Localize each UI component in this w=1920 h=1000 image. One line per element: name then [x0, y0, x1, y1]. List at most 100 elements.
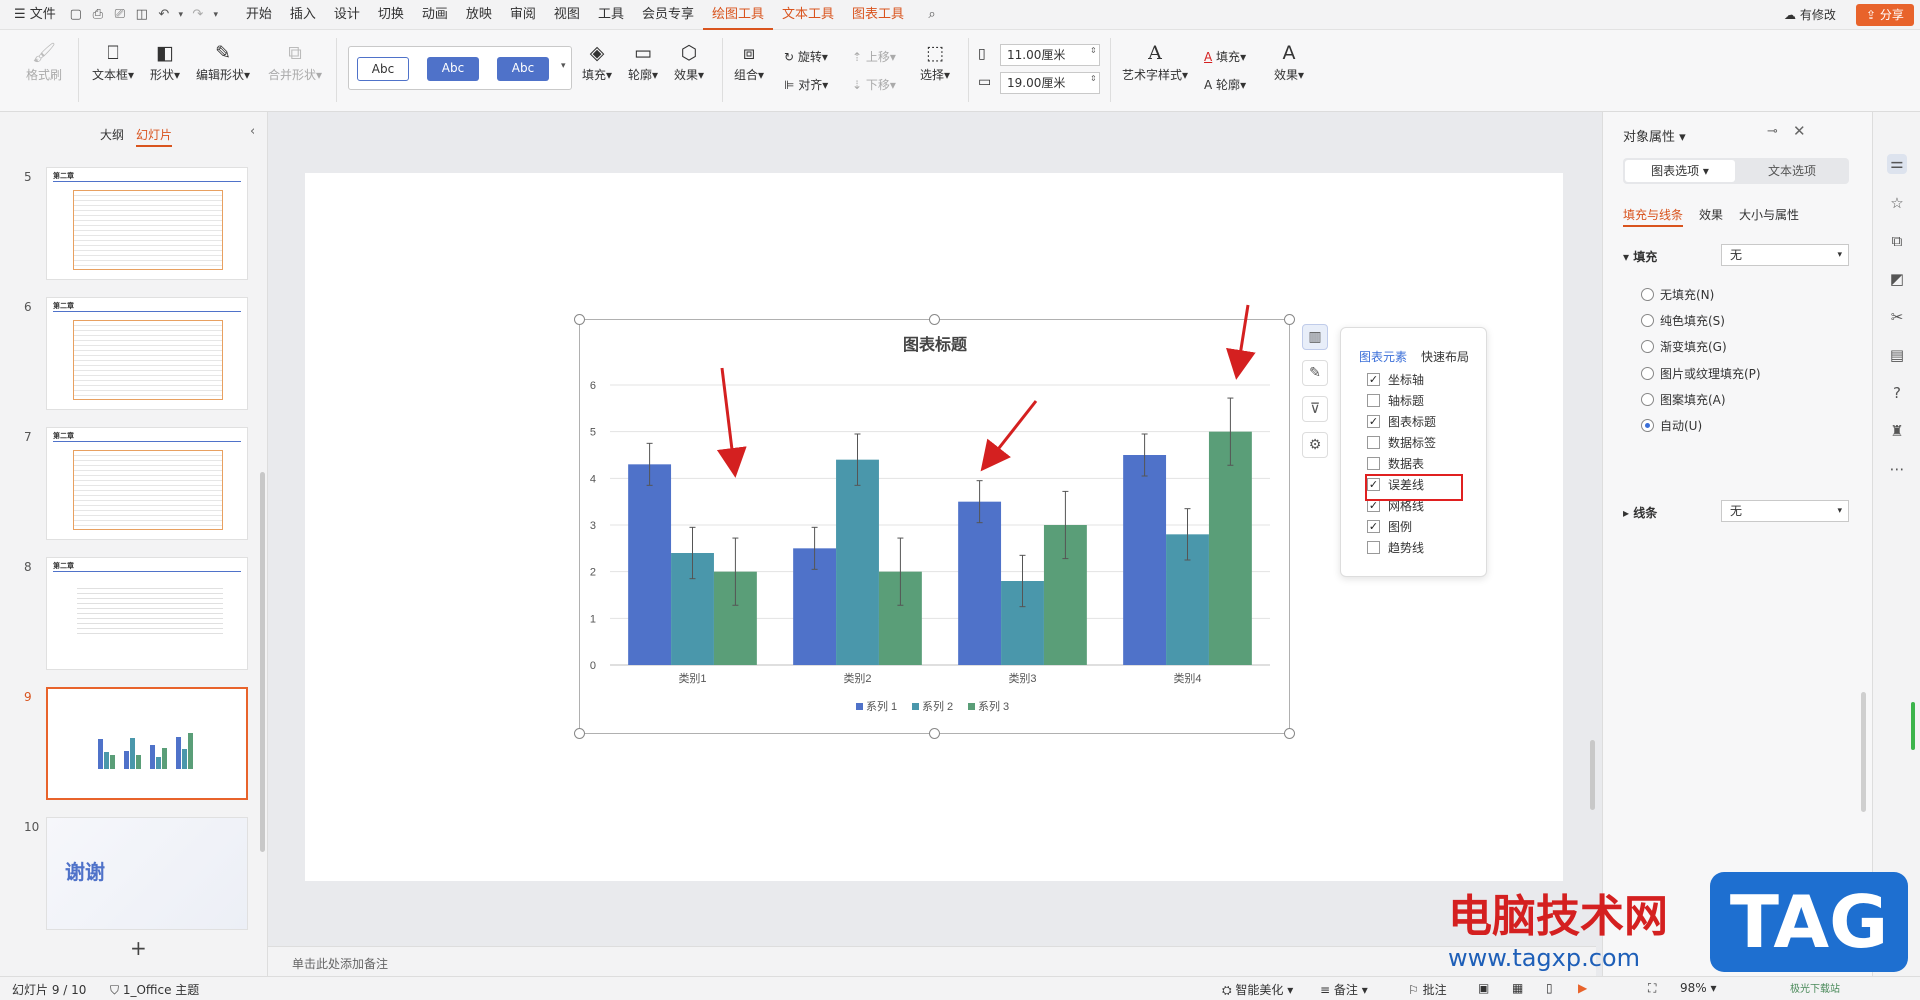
line-section-toggle[interactable]: ▸ 线条	[1623, 504, 1657, 521]
gallery-more-icon[interactable]: ▾	[561, 61, 566, 71]
tab-design[interactable]: 设计	[325, 0, 369, 30]
pin-icon[interactable]: ⊸	[1767, 124, 1778, 139]
zoom-level[interactable]: 98% ▾	[1680, 981, 1717, 995]
undo-icon[interactable]: ↶	[153, 0, 175, 30]
send-down-button[interactable]: ⇣ 下移▾	[852, 76, 896, 93]
tab-chart-tools[interactable]: 图表工具	[843, 0, 913, 30]
tab-outline[interactable]: 大纲	[100, 126, 124, 143]
pane-scrollbar[interactable]	[1861, 692, 1866, 812]
width-input[interactable]: 19.00厘米	[1000, 72, 1100, 94]
tab-text-options[interactable]: 文本选项	[1737, 160, 1847, 182]
radio-circle[interactable]	[1641, 314, 1654, 328]
merge-shape-button[interactable]: ⧉ 合并形状▾	[268, 40, 322, 83]
preview-icon[interactable]: ◫	[131, 0, 153, 30]
height-input[interactable]: 11.00厘米	[1000, 44, 1100, 66]
group-button[interactable]: ⧈ 组合▾	[734, 40, 764, 83]
fill-dropdown[interactable]: 无 ▾	[1721, 244, 1849, 266]
radio-circle[interactable]	[1641, 419, 1654, 432]
tab-drawing-tools[interactable]: 绘图工具	[702, 0, 773, 30]
tab-insert[interactable]: 插入	[281, 0, 325, 30]
height-stepper-icon[interactable]: ⇕	[1090, 46, 1097, 55]
rotate-button[interactable]: ↻ 旋转▾	[784, 48, 828, 65]
file-menu[interactable]: ☰ 文件	[0, 0, 65, 30]
play-icon[interactable]: ▶	[1578, 981, 1587, 995]
close-icon[interactable]: ✕	[1793, 122, 1806, 140]
notes-area[interactable]: 单击此处添加备注	[268, 946, 1596, 976]
fill-section-toggle[interactable]: ▾ 填充	[1623, 248, 1657, 265]
subtab-fill-line[interactable]: 填充与线条	[1623, 206, 1684, 227]
slide-thumb-5[interactable]: 第二章	[46, 167, 248, 280]
subtab-size[interactable]: 大小与属性	[1739, 206, 1799, 223]
checkbox[interactable]	[1367, 540, 1380, 554]
fill-option-radio[interactable]: 渐变填充(G)	[1641, 338, 1727, 355]
chart-element-option[interactable]: ✓ 图例	[1367, 517, 1412, 535]
chart-element-option[interactable]: 数据标签	[1367, 433, 1436, 451]
canvas-scrollbar[interactable]	[1590, 740, 1595, 810]
chart-elements-button[interactable]: ▥	[1302, 324, 1328, 350]
fit-icon[interactable]: ⛶	[1648, 981, 1656, 996]
add-slide-button[interactable]: +	[130, 936, 147, 960]
checkbox[interactable]	[1367, 393, 1380, 407]
chart-settings-button[interactable]: ⚙	[1302, 432, 1328, 458]
notes-button[interactable]: ≡ 备注 ▾	[1320, 981, 1368, 998]
tab-member[interactable]: 会员专享	[633, 0, 703, 30]
tab-chart-elements[interactable]: 图表元素	[1359, 348, 1407, 365]
chart-element-option[interactable]: 数据表	[1367, 454, 1424, 472]
tab-chart-options[interactable]: 图表选项 ▾	[1625, 160, 1735, 182]
radio-circle[interactable]	[1641, 392, 1654, 406]
grid-view-icon[interactable]: ▦	[1512, 981, 1523, 995]
chart-element-option[interactable]: 轴标题	[1367, 391, 1424, 409]
checkbox[interactable]: ✓	[1367, 519, 1380, 533]
fill-option-radio[interactable]: 图片或纹理填充(P)	[1641, 365, 1761, 382]
width-stepper-icon[interactable]: ⇕	[1090, 74, 1097, 83]
effect-button[interactable]: ⬡ 效果▾	[674, 40, 704, 83]
slide-thumb-9[interactable]	[46, 687, 248, 800]
style-sample-2[interactable]: Abc	[427, 57, 479, 81]
slide-thumb-7[interactable]: 第二章	[46, 427, 248, 540]
textbox-button[interactable]: ⎕ 文本框▾	[92, 40, 134, 83]
slide-thumb-6[interactable]: 第二章	[46, 297, 248, 410]
quick-dropdown-icon[interactable]: ▾	[209, 0, 223, 30]
beautify-button[interactable]: ⛭ 智能美化 ▾	[1222, 981, 1293, 998]
legend[interactable]: 系列 1 系列 2 系列 3	[856, 699, 1009, 713]
tab-transition[interactable]: 切换	[369, 0, 413, 30]
properties-icon[interactable]: ⚌	[1887, 154, 1907, 174]
normal-view-icon[interactable]: ▣	[1478, 981, 1489, 995]
line-dropdown[interactable]: 无 ▾	[1721, 500, 1849, 522]
tab-quick-layout[interactable]: 快速布局	[1421, 348, 1469, 365]
more-icon[interactable]: ⋯	[1887, 460, 1907, 480]
slide-thumb-8[interactable]: 第二章	[46, 557, 248, 670]
fill-option-radio[interactable]: 自动(U)	[1641, 417, 1702, 434]
radio-circle[interactable]	[1641, 340, 1654, 354]
tab-view[interactable]: 视图	[545, 0, 589, 30]
modify-status[interactable]: ☁ 有修改	[1784, 6, 1836, 23]
checkbox[interactable]: ✓	[1367, 372, 1380, 386]
bookmark-icon[interactable]: ▤	[1887, 346, 1907, 366]
help-icon[interactable]: ?	[1887, 384, 1907, 404]
star-icon[interactable]: ☆	[1887, 194, 1907, 214]
chart-style-button[interactable]: ✎	[1302, 360, 1328, 386]
tools-icon[interactable]: ✂	[1887, 308, 1907, 328]
chart-title[interactable]: 图表标题	[903, 335, 968, 354]
text-effect-button[interactable]: A 效果▾	[1274, 40, 1304, 83]
chart-icon[interactable]: ◩	[1887, 270, 1907, 290]
text-outline-button[interactable]: A 轮廓▾	[1204, 76, 1246, 93]
align-button[interactable]: ⊫ 对齐▾	[784, 76, 828, 93]
checkbox[interactable]: ✓	[1367, 414, 1380, 428]
print-icon[interactable]: ⎚	[109, 0, 131, 30]
select-button[interactable]: ⬚ 选择▾	[920, 40, 950, 83]
bring-up-button[interactable]: ⇡ 上移▾	[852, 48, 896, 65]
reading-view-icon[interactable]: ▯	[1546, 981, 1553, 995]
theme-name[interactable]: ⛉ 1_Office 主题	[110, 981, 199, 998]
chart-filter-button[interactable]: ⊽	[1302, 396, 1328, 422]
tab-text-tools[interactable]: 文本工具	[773, 0, 843, 30]
style-sample-1[interactable]: Abc	[357, 57, 409, 81]
tab-tools[interactable]: 工具	[589, 0, 633, 30]
comments-button[interactable]: ⚐ 批注	[1408, 981, 1447, 998]
style-sample-3[interactable]: Abc	[497, 57, 549, 81]
slide-thumb-10[interactable]: 谢谢	[46, 817, 248, 930]
fill-button[interactable]: ◈ 填充▾	[582, 40, 612, 83]
radio-circle[interactable]	[1641, 288, 1654, 301]
fill-option-radio[interactable]: 纯色填充(S)	[1641, 312, 1725, 329]
undo-dropdown-icon[interactable]: ▾	[175, 0, 187, 30]
